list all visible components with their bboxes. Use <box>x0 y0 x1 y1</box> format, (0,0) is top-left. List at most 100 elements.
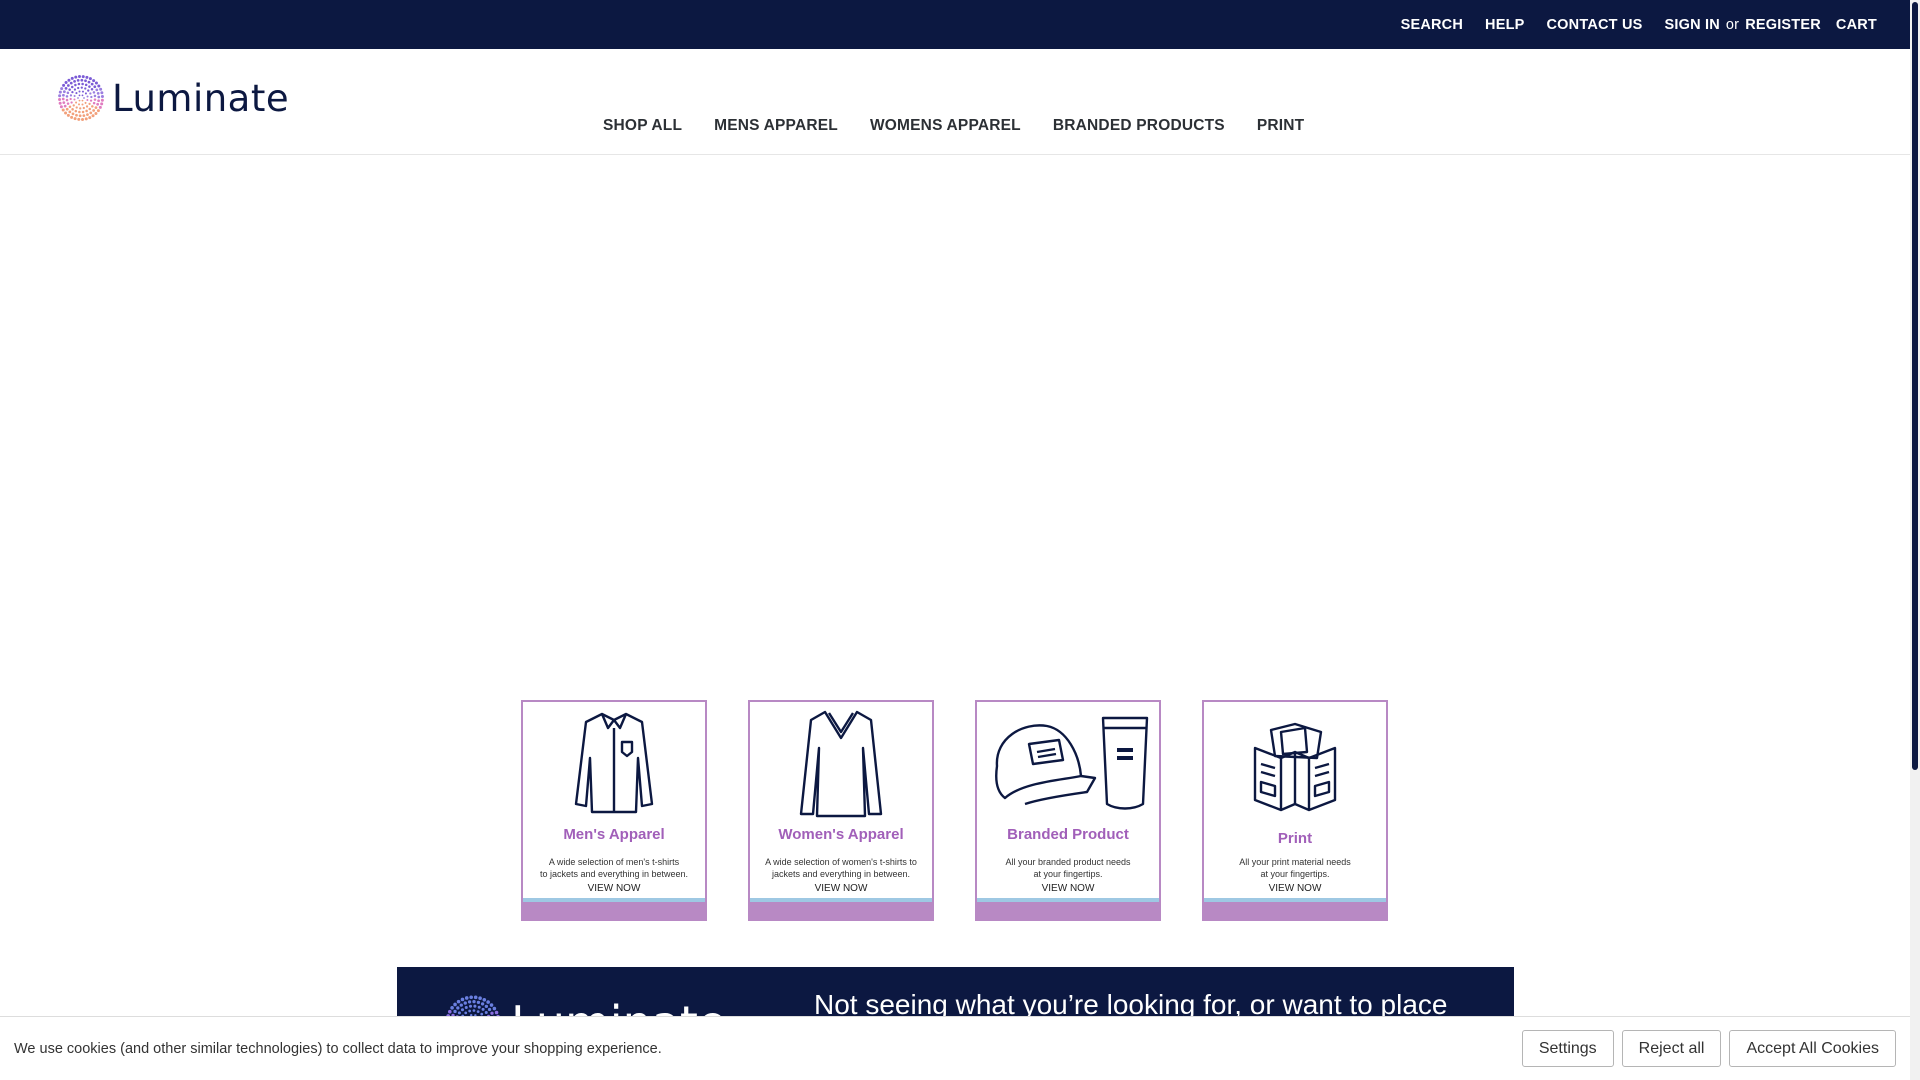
site-header: Luminate SHOP ALL MENS APPAREL WOMENS AP… <box>0 49 1910 155</box>
logo-dot <box>93 98 97 101</box>
logo-dot <box>88 102 91 106</box>
logo-dot <box>70 101 73 104</box>
logo-dot <box>73 98 76 101</box>
logo-dot <box>97 99 100 103</box>
logo-dot <box>473 995 478 1000</box>
logo-dot <box>75 106 78 109</box>
logo-dot <box>77 82 81 86</box>
logo-dot <box>88 77 92 81</box>
contact-us-link[interactable]: CONTACT US <box>1547 17 1643 33</box>
cookie-accept-button[interactable]: Accept All Cookies <box>1729 1030 1896 1067</box>
logo-dot <box>92 101 96 105</box>
logo-dot <box>494 1010 499 1015</box>
logo-dot <box>86 95 89 98</box>
logo-dot <box>96 102 100 106</box>
logo-dot <box>459 1003 463 1007</box>
card-title: Women's Apparel <box>778 826 904 843</box>
sign-in-link[interactable]: SIGN IN <box>1665 17 1720 33</box>
logo-dot <box>90 82 94 86</box>
logo-dot <box>60 87 64 91</box>
card-description-line: All your branded product needs <box>1005 857 1131 867</box>
card-branded-product[interactable]: Branded Product All your branded product… <box>975 700 1161 921</box>
card-description-line: jackets and everything in between. <box>771 869 911 879</box>
cart-link[interactable]: CART <box>1836 17 1877 33</box>
logo-dot <box>62 83 66 87</box>
cookie-settings-button[interactable]: Settings <box>1521 1030 1614 1067</box>
logo-dot <box>77 86 80 90</box>
logo-dot <box>89 92 92 95</box>
logo-dot <box>76 79 80 82</box>
card-womens-apparel[interactable]: Women's Apparel A wide selection of wome… <box>748 700 934 921</box>
view-now-link[interactable]: VIEW NOW <box>1204 883 1386 894</box>
logo-dot <box>88 116 92 120</box>
logo-dot <box>82 106 85 110</box>
logo-dot <box>58 101 62 105</box>
logo-dot <box>58 94 62 98</box>
card-description: A wide selection of women's t-shirts to … <box>750 856 932 880</box>
cookie-consent-bar: We use cookies (and other similar techno… <box>0 1016 1910 1080</box>
logo-dot <box>448 1009 452 1014</box>
logo-dot <box>58 98 62 102</box>
nav-branded-products[interactable]: BRANDED PRODUCTS <box>1053 117 1225 135</box>
logo-dot <box>87 89 90 92</box>
view-now-link[interactable]: VIEW NOW <box>750 883 932 894</box>
logo[interactable]: Luminate <box>58 73 289 123</box>
logo-dot <box>75 101 78 104</box>
logo-dot <box>464 1005 468 1009</box>
mens-shirt-icon <box>574 712 654 814</box>
logo-dot <box>489 1003 494 1007</box>
register-link[interactable]: REGISTER <box>1745 17 1821 33</box>
logo-dot <box>69 94 73 97</box>
help-link[interactable]: HELP <box>1485 17 1524 33</box>
logo-dot <box>73 117 77 121</box>
nav-print[interactable]: PRINT <box>1257 117 1305 135</box>
logo-dot <box>97 95 101 99</box>
logo-dot <box>93 85 97 89</box>
logo-dot <box>85 109 88 113</box>
logo-dot <box>492 1006 497 1011</box>
logo-dot <box>100 94 104 98</box>
logo-dot <box>89 111 93 115</box>
logo-dot <box>66 113 70 117</box>
logo-dot <box>87 80 91 84</box>
logo-dot <box>74 83 77 87</box>
card-print[interactable]: Print All your print material needs at y… <box>1202 700 1388 921</box>
logo-dot <box>81 103 84 106</box>
logo-dot <box>73 95 76 98</box>
logo-dot <box>460 997 465 1002</box>
logo-dot <box>96 109 100 113</box>
view-now-link[interactable]: VIEW NOW <box>977 883 1159 894</box>
logo-dot <box>456 999 461 1004</box>
view-now-link[interactable]: VIEW NOW <box>523 883 705 894</box>
logo-dot <box>81 90 84 93</box>
logo-dot <box>472 1000 476 1004</box>
logo-dot <box>94 106 98 110</box>
logo-dot <box>72 104 75 107</box>
logo-dot <box>75 92 78 95</box>
womens-top-icon <box>799 710 883 818</box>
nav-shop-all[interactable]: SHOP ALL <box>603 117 682 135</box>
logo-dot <box>469 995 473 1000</box>
logo-dot <box>61 108 65 112</box>
scrollbar[interactable] <box>1910 0 1920 1080</box>
card-description-line: A wide selection of men's t-shirts <box>548 857 680 867</box>
logo-dot <box>484 1010 488 1014</box>
logo-dot <box>469 1004 473 1008</box>
scrollbar-thumb[interactable] <box>1912 2 1918 770</box>
cap-tumbler-icon <box>995 716 1149 810</box>
logo-dot <box>83 97 85 99</box>
search-link[interactable]: SEARCH <box>1401 17 1463 33</box>
nav-mens-apparel[interactable]: MENS APPAREL <box>714 117 838 135</box>
logo-dot <box>100 102 104 106</box>
nav-womens-apparel[interactable]: WOMENS APPAREL <box>870 117 1021 135</box>
logo-dot <box>78 99 81 102</box>
logo-dot <box>74 75 78 79</box>
cookie-reject-button[interactable]: Reject all <box>1621 1030 1722 1067</box>
logo-dot <box>99 87 103 91</box>
logo-dot <box>453 1002 457 1007</box>
card-mens-apparel[interactable]: Men's Apparel A wide selection of men's … <box>521 700 707 921</box>
card-footer-bar <box>523 902 705 919</box>
card-description: A wide selection of men's t-shirts to ja… <box>523 856 705 880</box>
cookie-message: We use cookies (and other similar techno… <box>14 1040 662 1057</box>
logo-dot <box>66 91 70 95</box>
